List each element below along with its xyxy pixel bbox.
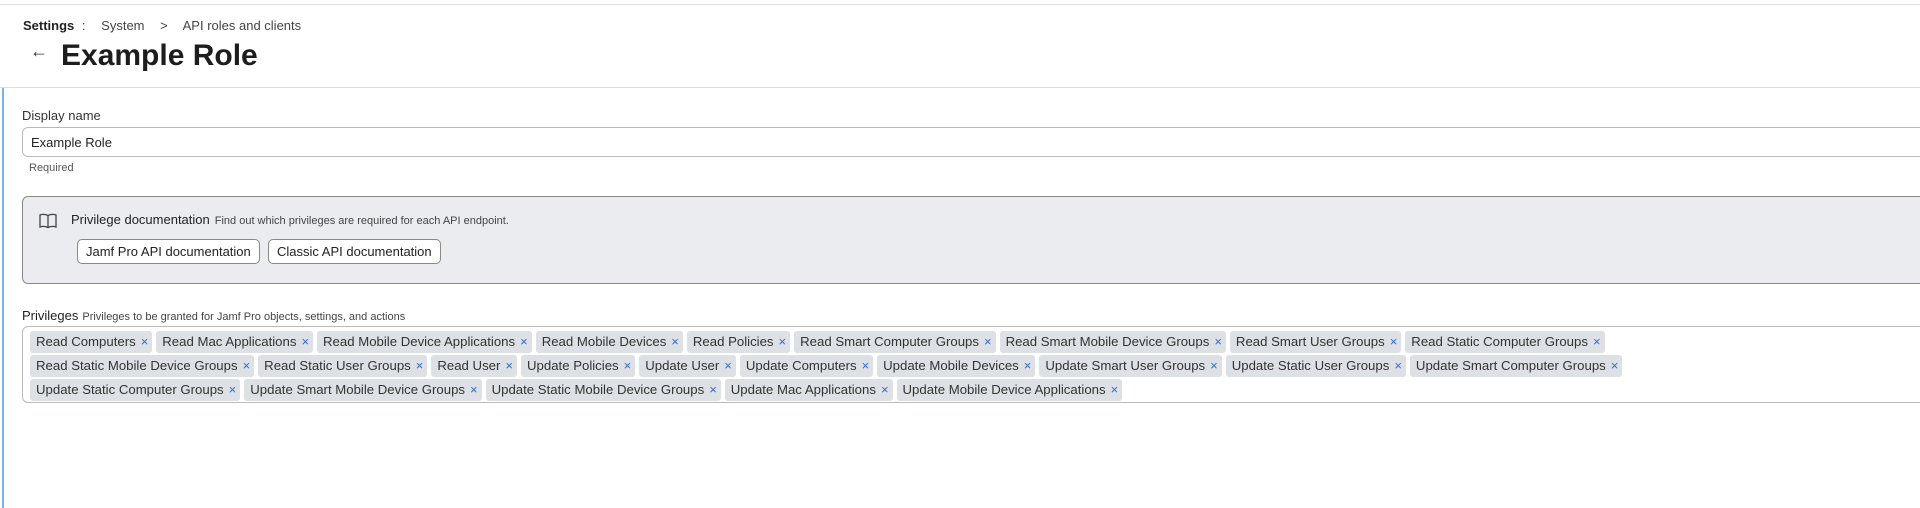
privilege-tag-label: Read Computers (36, 334, 136, 349)
privilege-documentation-panel: Privilege documentation Find out which pr… (22, 196, 1920, 284)
privilege-tag-label: Update Mobile Devices (883, 358, 1019, 373)
display-name-helper: Required (29, 162, 74, 174)
remove-tag-icon[interactable]: × (709, 379, 717, 401)
privilege-tag-label: Update Smart User Groups (1045, 358, 1206, 373)
privileges-heading: Privileges Privileges to be granted for J… (22, 308, 405, 323)
privilege-tag-label: Update User (645, 358, 720, 373)
page-header: Settings : System > API roles and client… (0, 5, 1920, 88)
privileges-multiselect[interactable]: Read Computers × Read Mac Applications × Rea… (22, 326, 1920, 403)
privilege-tag: Read Mobile Devices × (535, 331, 683, 353)
privilege-tag: Read Computers × (30, 331, 153, 353)
remove-tag-icon[interactable]: × (1611, 355, 1619, 377)
chevron-right-icon: > (160, 18, 168, 33)
remove-tag-icon[interactable]: × (984, 331, 992, 353)
remove-tag-icon[interactable]: × (1394, 355, 1402, 377)
privilege-tag: Update Static Mobile Device Groups × (485, 379, 721, 401)
privilege-tag-label: Update Static Computer Groups (36, 382, 224, 397)
book-icon (39, 213, 57, 229)
privilege-tag-label: Read Mobile Device Applications (323, 334, 516, 349)
privilege-tag-label: Read Static User Groups (264, 358, 411, 373)
privilege-tag: Update Smart Mobile Device Groups × (244, 379, 482, 401)
privilege-tag-label: Read Mac Applications (162, 334, 297, 349)
privilege-tag: Read Smart Computer Groups × (794, 331, 996, 353)
remove-tag-icon[interactable]: × (1024, 355, 1032, 377)
privilege-tag: Update Static Computer Groups × (30, 379, 241, 401)
privilege-tag: Update User × (639, 355, 736, 377)
breadcrumb: Settings : System > API roles and client… (23, 18, 313, 33)
remove-tag-icon[interactable]: × (520, 331, 528, 353)
remove-tag-icon[interactable]: × (1214, 331, 1222, 353)
privileges-description: Privileges to be granted for Jamf Pro ob… (82, 311, 406, 323)
privilege-documentation-title: Privilege documentation (71, 212, 210, 227)
privilege-documentation-heading: Privilege documentation Find out which pr… (71, 212, 509, 227)
remove-tag-icon[interactable]: × (141, 331, 149, 353)
remove-tag-icon[interactable]: × (724, 355, 732, 377)
privilege-tag-label: Read Smart Computer Groups (800, 334, 979, 349)
display-name-label: Display name (22, 108, 101, 123)
privilege-tag: Read Policies × (686, 331, 791, 353)
remove-tag-icon[interactable]: × (1593, 331, 1601, 353)
privilege-tag-label: Update Computers (745, 358, 857, 373)
privilege-tag-label: Read Static Mobile Device Groups (36, 358, 238, 373)
privilege-tag: Update Policies × (521, 355, 636, 377)
privilege-tag-label: Update Smart Computer Groups (1415, 358, 1606, 373)
privilege-tag: Read Mobile Device Applications × (317, 331, 532, 353)
remove-tag-icon[interactable]: × (505, 355, 513, 377)
left-accent-bar (2, 88, 4, 508)
breadcrumb-api-roles[interactable]: API roles and clients (183, 18, 302, 33)
privilege-tag-label: Update Policies (527, 358, 619, 373)
privilege-tag: Update Smart User Groups × (1039, 355, 1222, 377)
back-arrow-icon[interactable]: ← (30, 41, 48, 62)
privilege-tag-label: Read Smart Mobile Device Groups (1005, 334, 1210, 349)
privilege-tag: Update Computers × (739, 355, 874, 377)
remove-tag-icon[interactable]: × (624, 355, 632, 377)
privilege-tag-label: Read Smart User Groups (1235, 334, 1385, 349)
remove-tag-icon[interactable]: × (416, 355, 424, 377)
privilege-tag: Update Smart Computer Groups × (1409, 355, 1623, 377)
privileges-label: Privileges (22, 308, 79, 323)
privilege-tag: Update Mobile Devices × (877, 355, 1036, 377)
remove-tag-icon[interactable]: × (470, 379, 478, 401)
classic-api-docs-button[interactable]: Classic API documentation (268, 239, 441, 264)
privilege-tag: Read Static Computer Groups × (1405, 331, 1605, 353)
privilege-tag: Update Static User Groups × (1225, 355, 1406, 377)
remove-tag-icon[interactable]: × (671, 331, 679, 353)
remove-tag-icon[interactable]: × (243, 355, 251, 377)
remove-tag-icon[interactable]: × (862, 355, 870, 377)
privilege-tag: Update Mac Applications × (724, 379, 893, 401)
privilege-tag: Read Smart User Groups × (1229, 331, 1402, 353)
privilege-tag: Read Static Mobile Device Groups × (30, 355, 255, 377)
privilege-tag: Update Mobile Device Applications × (896, 379, 1123, 401)
display-name-input[interactable] (22, 127, 1920, 157)
remove-tag-icon[interactable]: × (779, 331, 787, 353)
remove-tag-icon[interactable]: × (881, 379, 889, 401)
breadcrumb-root[interactable]: Settings (23, 18, 74, 33)
breadcrumb-separator: : (81, 18, 86, 33)
privilege-tag: Read Smart Mobile Device Groups × (999, 331, 1226, 353)
privilege-tag-label: Update Static Mobile Device Groups (491, 382, 705, 397)
privilege-documentation-description: Find out which privileges are required f… (214, 215, 509, 227)
privilege-tag-label: Read User (437, 358, 501, 373)
privilege-tag-label: Update Mobile Device Applications (902, 382, 1106, 397)
privilege-tag: Read Mac Applications × (156, 331, 314, 353)
privileges-tag-list: Read Computers × Read Mac Applications × Rea… (30, 331, 1830, 401)
remove-tag-icon[interactable]: × (301, 331, 309, 353)
privilege-tag-label: Read Mobile Devices (541, 334, 667, 349)
privilege-tag-label: Update Smart Mobile Device Groups (250, 382, 466, 397)
privilege-tag: Read Static User Groups × (258, 355, 428, 377)
page-title: Example Role (61, 39, 258, 72)
remove-tag-icon[interactable]: × (1390, 331, 1398, 353)
privilege-tag-label: Update Mac Applications (730, 382, 876, 397)
remove-tag-icon[interactable]: × (1111, 379, 1119, 401)
breadcrumb-system[interactable]: System (101, 18, 144, 33)
jamf-pro-api-docs-button[interactable]: Jamf Pro API documentation (77, 239, 260, 264)
privilege-tag: Read User × (431, 355, 517, 377)
remove-tag-icon[interactable]: × (1210, 355, 1218, 377)
privilege-tag-label: Update Static User Groups (1231, 358, 1390, 373)
privilege-tag-label: Read Static Computer Groups (1411, 334, 1588, 349)
remove-tag-icon[interactable]: × (229, 379, 237, 401)
privilege-tag-label: Read Policies (692, 334, 774, 349)
